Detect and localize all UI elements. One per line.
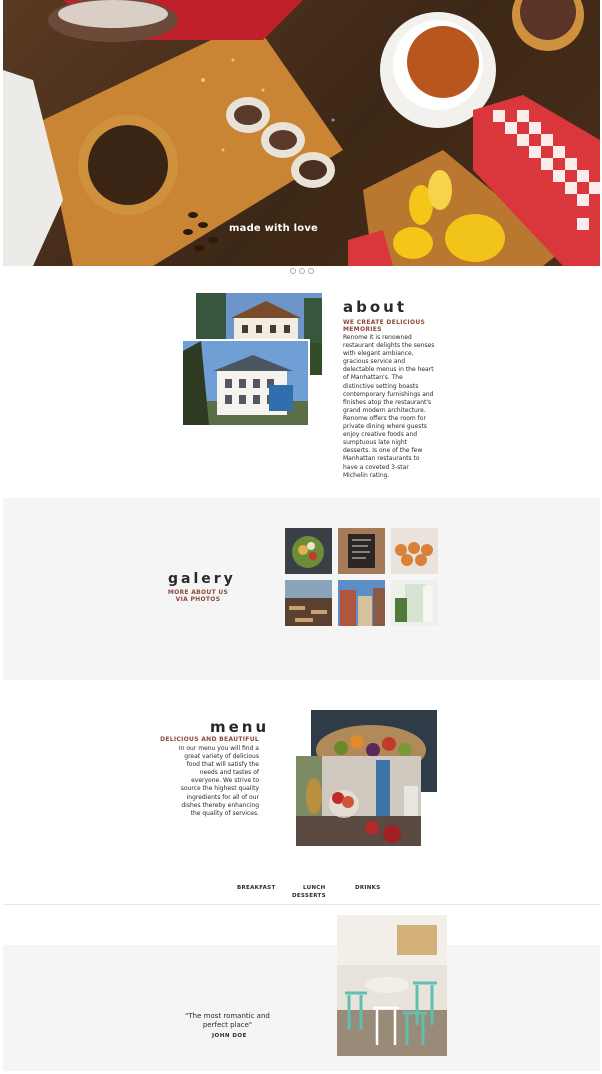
menu-divider [3, 904, 600, 905]
about-photo-villa [181, 339, 310, 427]
menu-tab-breakfast[interactable]: BREAKFAST [237, 885, 276, 891]
gallery-thumb-salad[interactable] [285, 528, 332, 574]
testimonial-photo-cafe [337, 915, 447, 1056]
slider-dots [290, 268, 314, 274]
gallery-title: galery [168, 571, 236, 587]
menu-subtitle: DELICIOUS AND BEAUTIFUL [160, 736, 259, 743]
gallery-thumb-buns[interactable] [391, 528, 438, 574]
menu-text: In our menu you will find a great variet… [178, 745, 259, 817]
menu-photo-table [296, 756, 421, 846]
tea [407, 26, 479, 98]
menu-tab-desserts[interactable]: DESSERTS [292, 893, 326, 899]
about-title: about [343, 298, 408, 316]
about-subtitle: WE CREATE DELICIOUS MEMORIES [343, 319, 426, 333]
slider-dot[interactable] [299, 268, 305, 274]
gallery-thumb-street[interactable] [338, 580, 385, 626]
gallery-subtitle: MORE ABOUT US VIA PHOTOS [167, 589, 229, 603]
gallery-thumb-terrace[interactable] [285, 580, 332, 626]
menu-tab-drinks[interactable]: DRINKS [355, 885, 380, 891]
white-cloth [3, 70, 63, 266]
testimonial-quote: "The most romantic and perfect place" [185, 1012, 270, 1029]
menu-tab-lunch[interactable]: LUNCH [303, 885, 326, 891]
testimonial-section [3, 945, 600, 1071]
gallery-thumb-chalkboard[interactable] [338, 528, 385, 574]
hero-caption: made with love [229, 223, 319, 234]
menu-title: menu [210, 718, 270, 736]
gallery-thumb-window[interactable] [391, 580, 438, 626]
slider-dot[interactable] [290, 268, 296, 274]
testimonial-author: JOHN DOE [212, 1033, 247, 1039]
slider-dot[interactable] [308, 268, 314, 274]
about-text: Renome it is renowned restaurant delight… [343, 334, 435, 479]
